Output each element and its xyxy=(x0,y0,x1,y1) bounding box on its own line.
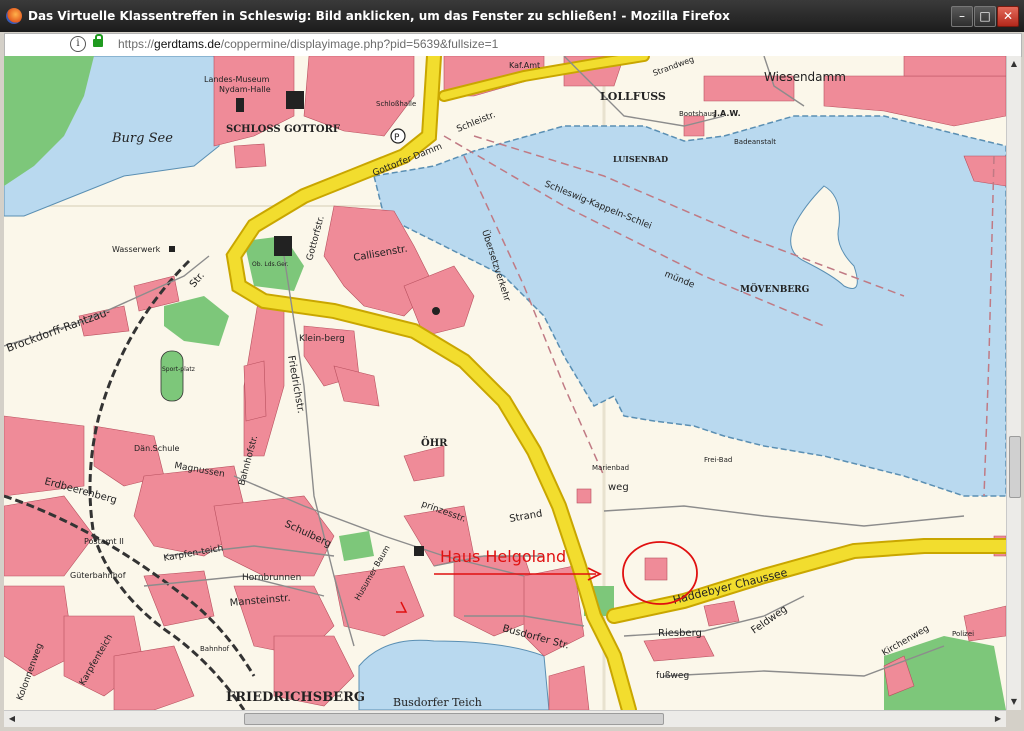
url-text[interactable]: https://gerdtams.de/coppermine/displayim… xyxy=(118,37,498,51)
close-button[interactable]: ✕ xyxy=(997,6,1019,27)
scroll-left-icon[interactable]: ◀ xyxy=(5,712,19,726)
label-wiesendamm: Wiesendamm xyxy=(764,70,846,84)
label-marienbad: Marienbad xyxy=(592,464,629,472)
title-bar[interactable]: Das Virtuelle Klassentreffen in Schleswi… xyxy=(0,0,1024,32)
label-ob-lds-ger: Ob. Lds.Ger. xyxy=(252,261,289,268)
info-icon[interactable]: i xyxy=(70,36,86,52)
sportplatz xyxy=(160,350,184,402)
map-image[interactable]: P Burg See Landes-Museum Nydam-Halle SCH… xyxy=(4,56,1006,710)
vertical-scroll-thumb[interactable] xyxy=(1009,436,1021,498)
label-hornbrunnen: Hornbrunnen xyxy=(242,573,301,583)
label-busdorfer-teich: Busdorfer Teich xyxy=(393,696,482,709)
label-bootshaus: Bootshaus xyxy=(679,110,716,118)
scroll-up-icon[interactable]: ▲ xyxy=(1008,57,1020,71)
annotation-haus-helgoland: Haus Helgoland xyxy=(440,547,566,566)
vertical-scrollbar[interactable]: ▲ ▼ xyxy=(1006,56,1021,710)
horizontal-scrollbar[interactable]: ◀ ▶ xyxy=(4,710,1006,727)
label-guterbahnhof: Güterbahnhof xyxy=(70,571,126,580)
parking-icon: P xyxy=(394,133,400,143)
scrollbar-corner xyxy=(1006,710,1021,726)
firefox-icon xyxy=(6,8,22,24)
city-map: P Burg See Landes-Museum Nydam-Halle SCH… xyxy=(4,56,1006,710)
label-kaf-amt: Kaf.Amt xyxy=(509,61,540,70)
label-schloss-gottorf: SCHLOSS GOTTORF xyxy=(226,124,340,135)
lock-icon[interactable] xyxy=(93,34,103,47)
label-wasserwerk: Wasserwerk xyxy=(112,245,161,254)
label-nydam-halle: Nydam-Halle xyxy=(219,85,271,94)
label-kleinberg: Klein-berg xyxy=(299,334,345,344)
label-frei-bad: Frei-Bad xyxy=(704,456,732,464)
label-fussweg: fußweg xyxy=(656,671,689,681)
label-postamt: Postamt II xyxy=(84,537,124,546)
horizontal-scroll-thumb[interactable] xyxy=(244,713,664,725)
label-sportplatz: Sport-platz xyxy=(162,366,195,373)
minimize-button[interactable]: – xyxy=(951,6,973,27)
url-path: /coppermine/displayimage.php?pid=5639&fu… xyxy=(220,37,499,51)
label-polizei: Polizei xyxy=(952,630,974,638)
label-luisenbad: LUISENBAD xyxy=(613,154,668,164)
park-schulberg xyxy=(339,531,374,561)
url-domain: gerdtams.de xyxy=(154,37,221,51)
label-landes-museum: Landes-Museum xyxy=(204,75,270,84)
label-burg-see: Burg See xyxy=(111,131,173,146)
label-ohr: ÖHR xyxy=(421,436,448,449)
label-dan-schule: Dän.Schule xyxy=(134,444,180,453)
label-schlosshalle: Schloßhalle xyxy=(376,100,416,108)
label-bahnhof: Bahnhof xyxy=(200,645,230,653)
maximize-button[interactable]: □ xyxy=(974,6,996,27)
scroll-down-icon[interactable]: ▼ xyxy=(1008,695,1020,709)
browser-window: Das Virtuelle Klassentreffen in Schleswi… xyxy=(0,0,1024,731)
label-friedrichsberg: FRIEDRICHSBERG xyxy=(226,690,365,705)
label-riesberg: Riesberg xyxy=(658,628,702,639)
label-weg: weg xyxy=(608,482,629,493)
label-badeanstalt: Badeanstalt xyxy=(734,138,776,146)
label-lollfuss: LOLLFUSS xyxy=(600,90,666,103)
window-title: Das Virtuelle Klassentreffen in Schleswi… xyxy=(28,9,730,23)
label-jaw: J.A.W. xyxy=(713,109,741,118)
url-scheme: https:// xyxy=(118,37,155,51)
scroll-right-icon[interactable]: ▶ xyxy=(991,712,1005,726)
